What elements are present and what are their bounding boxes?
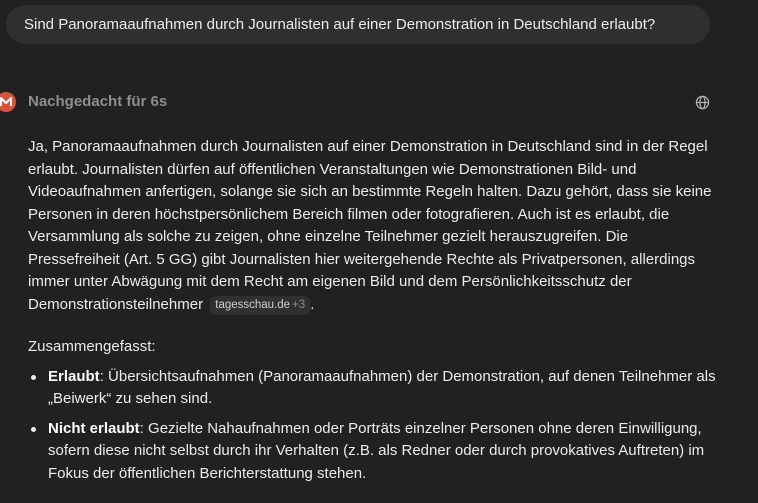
- answer-paragraph-text: Ja, Panoramaaufnahmen durch Journalisten…: [28, 138, 712, 313]
- answer-paragraph: Ja, Panoramaaufnahmen durch Journalisten…: [28, 136, 720, 316]
- chat-page: Sind Panoramaaufnahmen durch Journaliste…: [0, 0, 758, 503]
- list-item-text: : Übersichtsaufnahmen (Panoramaaufnahmen…: [48, 367, 716, 408]
- source-citation-chip[interactable]: tagesschau.de +3: [210, 295, 311, 315]
- source-domain: tagesschau.de: [215, 298, 291, 311]
- source-count: +3: [292, 298, 306, 311]
- list-item-term: Nicht erlaubt: [48, 419, 140, 437]
- summary-list: Erlaubt: Übersichtsaufnahmen (Panoramaau…: [28, 366, 720, 486]
- list-item: Nicht erlaubt: Gezielte Nahaufnahmen ode…: [31, 418, 720, 486]
- list-item: Erlaubt: Übersichtsaufnahmen (Panoramaau…: [31, 366, 720, 411]
- paragraph-end: .: [310, 295, 315, 313]
- thought-duration-label[interactable]: Nachgedacht für 6s: [28, 93, 167, 110]
- summary-heading: Zusammengefasst:: [28, 338, 156, 355]
- list-item-text: : Gezielte Nahaufnahmen oder Porträts ei…: [48, 419, 705, 482]
- globe-icon[interactable]: [694, 94, 711, 111]
- assistant-logo-icon: [0, 92, 16, 112]
- user-message-bubble: Sind Panoramaaufnahmen durch Journaliste…: [6, 5, 710, 44]
- user-message-text: Sind Panoramaaufnahmen durch Journaliste…: [24, 16, 656, 33]
- assistant-answer: Ja, Panoramaaufnahmen durch Journalisten…: [28, 136, 720, 492]
- list-item-term: Erlaubt: [48, 367, 100, 385]
